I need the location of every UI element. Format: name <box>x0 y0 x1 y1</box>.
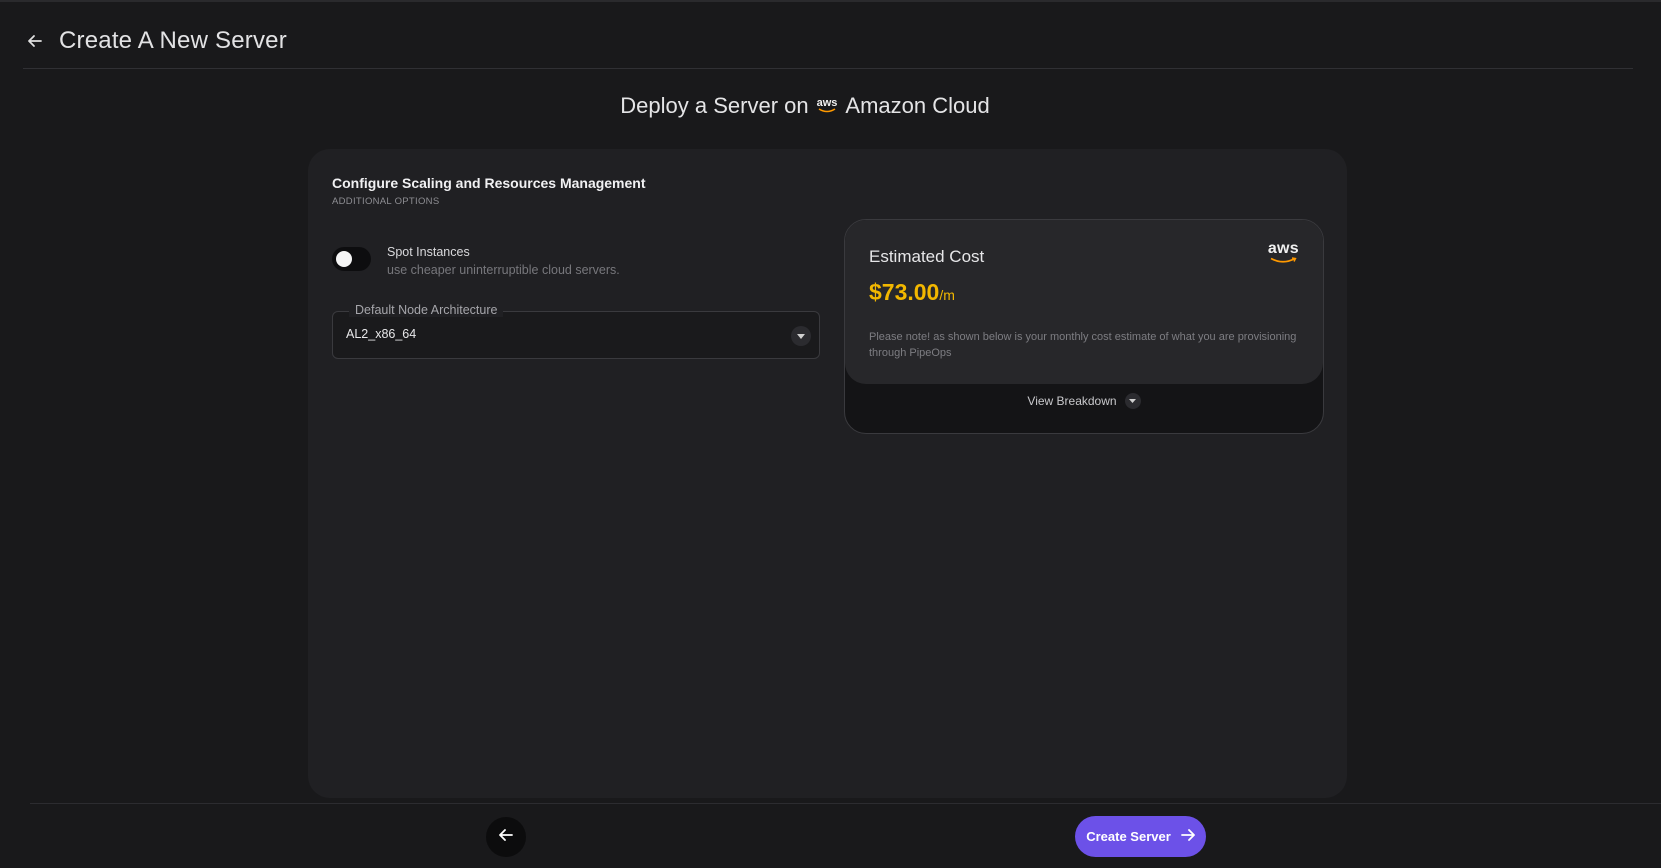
estimated-cost-card: Estimated Cost $73.00/m Please note! as … <box>844 219 1324 434</box>
top-border <box>0 0 1661 2</box>
aws-logo-icon: aws <box>817 98 837 114</box>
cost-unit: /m <box>939 287 955 303</box>
previous-step-button[interactable] <box>486 817 526 857</box>
section-title: Configure Scaling and Resources Manageme… <box>332 175 646 191</box>
spot-instances-label: Spot Instances <box>387 245 470 259</box>
arrow-left-icon <box>498 827 514 848</box>
view-breakdown-label: View Breakdown <box>1027 394 1117 408</box>
toggle-knob <box>336 251 352 267</box>
cost-amount: $73.00/m <box>869 279 955 305</box>
create-server-button[interactable]: Create Server <box>1075 816 1206 857</box>
spot-instances-row: Spot Instances use cheaper uninterruptib… <box>332 245 620 277</box>
estimated-cost-panel: Estimated Cost $73.00/m Please note! as … <box>845 220 1323 384</box>
aws-logo: aws <box>1268 241 1299 265</box>
architecture-select[interactable]: Default Node Architecture AL2_x86_64 <box>332 303 820 359</box>
back-arrow-icon[interactable] <box>23 29 47 53</box>
arrow-right-icon <box>1180 828 1195 845</box>
deploy-heading-prefix: Deploy a Server on <box>620 93 809 118</box>
cost-title: Estimated Cost <box>869 247 985 266</box>
footer-divider <box>30 803 1661 804</box>
section-subtitle: ADDITIONAL OPTIONS <box>332 196 440 207</box>
view-breakdown-button[interactable]: View Breakdown <box>845 393 1323 409</box>
architecture-value: AL2_x86_64 <box>346 327 417 341</box>
spot-instances-description: use cheaper uninterruptible cloud server… <box>387 263 620 277</box>
chevron-down-icon <box>1124 393 1141 409</box>
config-card: Configure Scaling and Resources Manageme… <box>308 149 1347 798</box>
cost-note: Please note! as shown below is your mont… <box>869 331 1297 359</box>
chevron-down-icon <box>791 326 811 346</box>
architecture-label: Default Node Architecture <box>349 303 504 317</box>
page-title: Create A New Server <box>59 27 287 54</box>
spot-instances-toggle[interactable] <box>332 247 371 271</box>
create-server-label: Create Server <box>1086 829 1171 844</box>
deploy-heading: Deploy a Server on aws Amazon Cloud <box>0 93 1610 119</box>
page-header: Create A New Server <box>23 14 1633 69</box>
deploy-heading-provider: Amazon Cloud <box>845 93 990 118</box>
